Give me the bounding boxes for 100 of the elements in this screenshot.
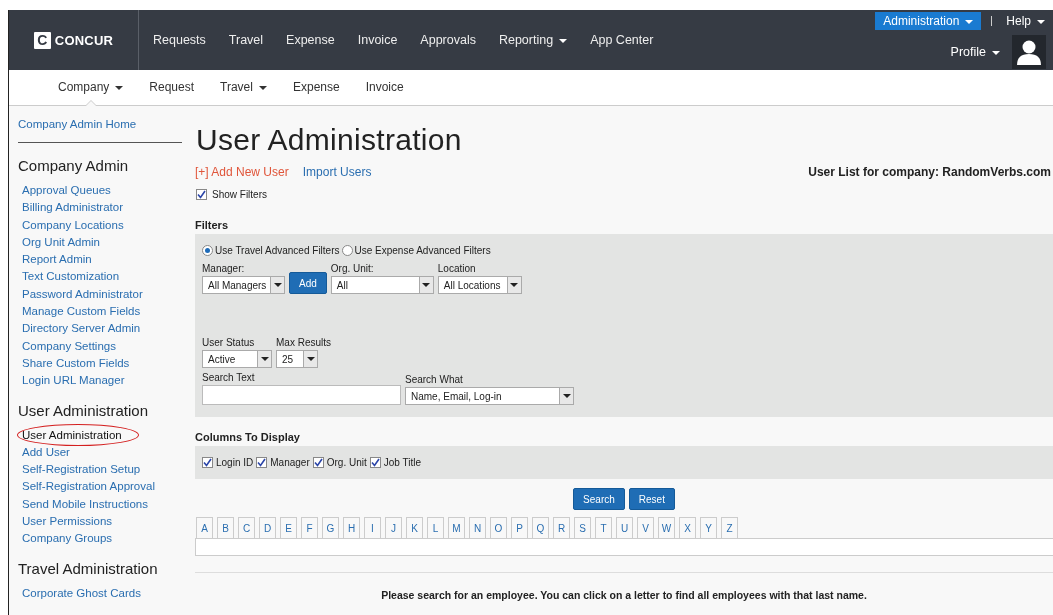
letter-tab[interactable]: F (301, 517, 318, 538)
radio-label: Use Travel Advanced Filters (215, 245, 340, 256)
letter-tab[interactable]: M (448, 517, 465, 538)
dropdown[interactable]: All Locations (437, 276, 522, 294)
letter-tab[interactable]: Y (700, 517, 717, 538)
sidebar-item[interactable]: Company Settings (22, 337, 116, 355)
sidebar-item[interactable]: Self-Registration Setup (22, 461, 141, 479)
checkbox-label: Login ID (216, 457, 254, 468)
letter-tab[interactable]: Q (532, 517, 549, 538)
letter-tab[interactable]: R (553, 517, 570, 538)
sidebar-item[interactable]: Billing Administrator (22, 199, 123, 217)
info-message: Please search for an employee. You can click on a letter to find all employees with that last name. (380, 589, 868, 601)
nav-item[interactable]: Approvals (420, 33, 476, 47)
radio-button[interactable] (202, 245, 213, 256)
letter-tab[interactable]: D (259, 517, 276, 538)
letter-tab[interactable]: V (637, 517, 654, 538)
profile-menu[interactable]: Profile (950, 45, 1000, 59)
sidebar-item[interactable]: Directory Server Admin (22, 320, 141, 338)
nav-item[interactable]: Expense (286, 33, 335, 47)
sidebar-item[interactable]: Report Admin (22, 251, 92, 269)
reset-button[interactable]: Reset (628, 488, 675, 510)
field-label: Search What (405, 374, 464, 386)
letter-tab[interactable]: G (322, 517, 339, 538)
letter-tab[interactable]: O (490, 517, 507, 538)
sidebar-item[interactable]: Corporate Ghost Cards (22, 584, 141, 602)
field-label: Max Results (276, 337, 331, 349)
subnav-tab[interactable]: Travel (207, 70, 280, 105)
letter-tab[interactable]: Z (721, 517, 738, 538)
sidebar-link[interactable]: Company Admin Home (18, 118, 137, 130)
subnav-tab[interactable]: Expense (279, 70, 353, 105)
caret-icon (306, 357, 315, 361)
subnav-tab[interactable]: Request (136, 70, 208, 105)
section-heading: Columns To Display (195, 430, 301, 444)
sidebar-item[interactable]: Text Customization (22, 268, 120, 286)
checkbox[interactable] (312, 457, 324, 468)
help-menu[interactable]: Help (1006, 14, 1045, 28)
checkbox[interactable] (256, 457, 268, 468)
add-button[interactable]: Add (289, 272, 327, 294)
field-label: Search Text (202, 372, 256, 384)
sidebar-item[interactable]: User Administration (22, 426, 122, 444)
letter-tab[interactable]: S (574, 517, 591, 538)
section-heading: Filters (195, 218, 229, 232)
letter-tab[interactable]: W (658, 517, 675, 538)
checkbox-label: Org. Unit (326, 457, 367, 468)
sidebar-item[interactable]: Share Custom Fields (22, 354, 130, 373)
nav-item[interactable]: Travel (228, 33, 264, 47)
admin-menu[interactable]: Administration (875, 12, 982, 30)
letter-tab[interactable]: T (595, 517, 612, 538)
letter-tab[interactable]: C (238, 517, 255, 538)
letter-tab[interactable]: I (364, 517, 381, 538)
letter-tab[interactable]: B (217, 517, 234, 538)
nav-item[interactable]: Requests (153, 33, 206, 47)
sidebar-item[interactable]: Approval Queues (22, 182, 111, 200)
sidebar-item[interactable]: Login URL Manager (22, 372, 125, 390)
sidebar-item[interactable]: Company Locations (22, 216, 124, 234)
avatar-icon[interactable] (1012, 35, 1046, 69)
letter-tab[interactable]: A (196, 517, 213, 538)
section-heading: Company Admin (18, 157, 130, 174)
caret-icon (258, 85, 267, 90)
sidebar-item[interactable]: Company Groups (22, 530, 113, 548)
caret-icon (115, 85, 124, 90)
checkbox[interactable] (196, 188, 207, 200)
sidebar-item[interactable]: Self-Registration Approval (22, 478, 155, 496)
section-heading: Travel Administration (18, 559, 159, 577)
checkbox[interactable] (202, 457, 213, 468)
checkbox[interactable] (369, 457, 381, 468)
search-text-field[interactable] (202, 385, 401, 405)
sidebar-item[interactable]: User Permissions (22, 513, 113, 531)
sidebar-item[interactable]: Manage Custom Fields (22, 303, 141, 321)
nav-item[interactable]: App Center (590, 33, 654, 47)
letter-tab[interactable]: P (511, 517, 528, 538)
company-label: User List for company: RandomVerbs.com (808, 165, 1051, 179)
letter-tab[interactable]: J (385, 517, 402, 538)
subnav-tab[interactable]: Invoice (352, 70, 417, 105)
sidebar-item[interactable]: Org Unit Admin (22, 233, 100, 252)
letter-tab[interactable]: N (469, 517, 486, 538)
letter-tab[interactable]: E (280, 517, 297, 538)
dropdown[interactable]: All Managers (202, 276, 285, 294)
sidebar-item[interactable]: Add User (22, 443, 70, 462)
radio-button[interactable] (341, 245, 353, 256)
letter-tab[interactable]: U (616, 517, 633, 538)
import-users-link[interactable]: Import Users (302, 165, 372, 179)
add-user-link[interactable]: [+] Add New User (195, 165, 289, 179)
subnav-tab[interactable]: Company (45, 70, 137, 105)
field-label: Manager: (202, 263, 246, 275)
letter-tab[interactable]: K (406, 517, 423, 538)
dropdown[interactable]: All (330, 276, 434, 294)
page-title: User Administration (196, 123, 463, 158)
search-button[interactable]: Search (573, 488, 625, 510)
letter-tab[interactable]: X (679, 517, 696, 538)
dropdown[interactable]: 25 (276, 350, 318, 368)
nav-item[interactable]: Reporting (498, 33, 568, 47)
checkbox-label: Job Title (383, 457, 421, 468)
sidebar-item[interactable]: Password Administrator (22, 285, 143, 304)
dropdown[interactable]: Active (202, 350, 272, 368)
dropdown[interactable]: Name, Email, Log-in (405, 387, 574, 405)
letter-tab[interactable]: L (427, 517, 444, 538)
nav-item[interactable]: Invoice (357, 33, 398, 47)
sidebar-item[interactable]: Send Mobile Instructions (22, 495, 148, 514)
letter-tab[interactable]: H (343, 517, 360, 538)
